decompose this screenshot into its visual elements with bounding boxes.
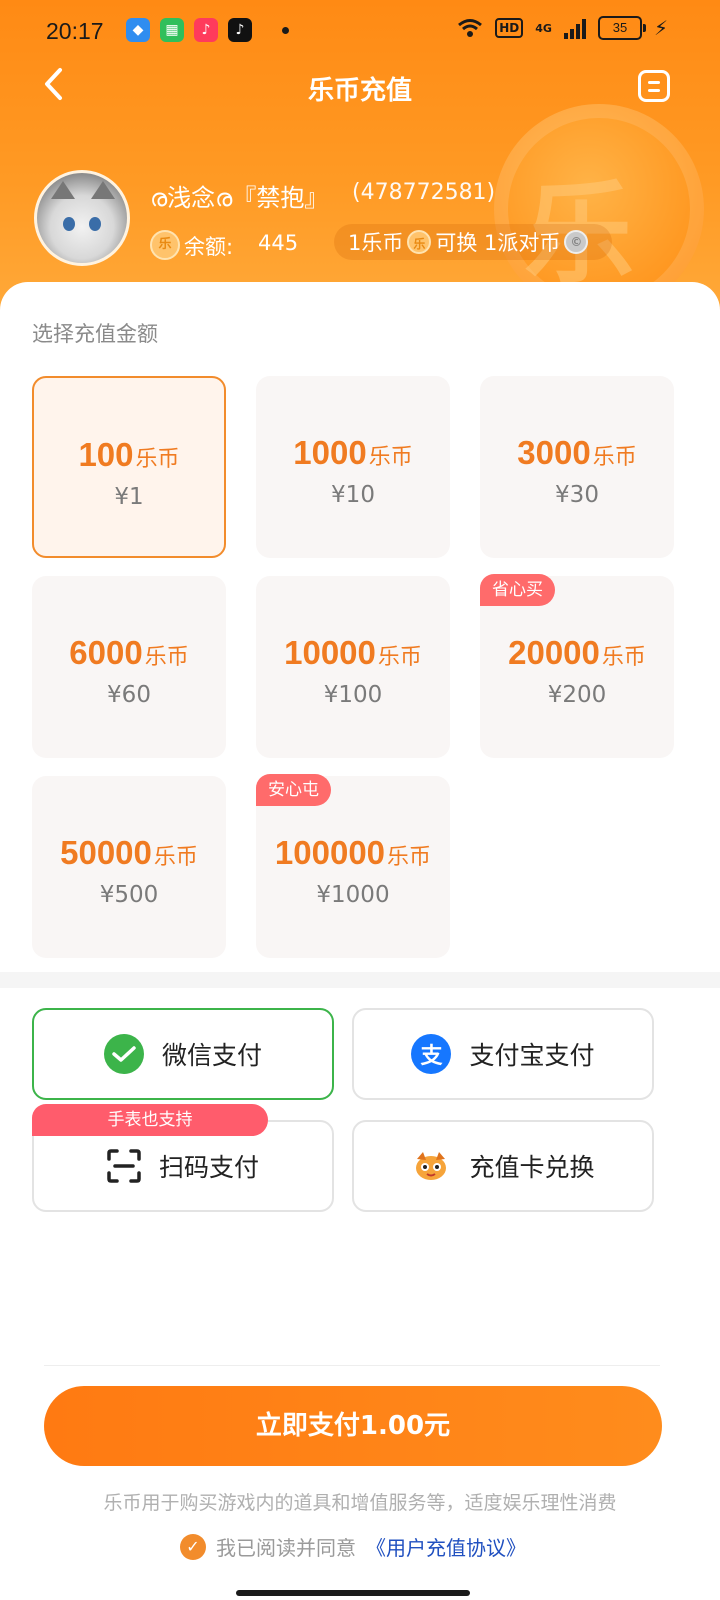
amount-option-3000[interactable]: 3000乐币 ¥30	[480, 376, 674, 558]
amount-coins: 10000乐币	[284, 634, 422, 671]
recharge-panel: 选择充值金额 100乐币 ¥1 1000乐币 ¥10 3000乐币 ¥30 60…	[0, 282, 720, 1600]
avatar-ear-right	[91, 181, 115, 199]
party-coin-icon: ©	[564, 230, 589, 254]
tiktok-app-icon: ♪	[228, 18, 252, 42]
status-bar: 20:17 ◆ ▦ ♪ ♪ HD 4G 35 ⚡	[0, 0, 720, 60]
status-app-icons: ◆ ▦ ♪ ♪	[126, 18, 289, 42]
amount-coins: 1000乐币	[293, 434, 413, 471]
exchange-rate-pill: 1乐币 乐 可换 1派对币 ©	[334, 224, 612, 260]
alipay-icon: 支	[411, 1034, 452, 1074]
status-time: 20:17	[46, 18, 104, 44]
alipay-label: 支付宝支付	[469, 1041, 595, 1070]
agree-checkbox-icon[interactable]: ✓	[180, 1533, 206, 1560]
amount-coins: 3000乐币	[517, 434, 637, 471]
amount-coins: 100乐币	[78, 436, 180, 473]
amount-coins: 100000乐币	[274, 834, 432, 871]
amount-option-50000[interactable]: 50000乐币 ¥500	[32, 776, 226, 958]
balance-label: 余额:	[184, 235, 234, 259]
amount-price: ¥100	[323, 682, 383, 708]
battery-level: 35	[612, 20, 628, 35]
amount-price: ¥200	[547, 682, 607, 708]
wechat-pay-label: 微信支付	[161, 1041, 262, 1070]
alipay-button[interactable]: 支 支付宝支付	[352, 1008, 654, 1100]
app-icon-blue: ◆	[126, 18, 150, 42]
wechat-icon	[103, 1034, 144, 1074]
scan-icon	[107, 1149, 141, 1183]
le-coin-icon: 乐	[150, 230, 180, 260]
agreement-link[interactable]: 《用户充值协议》	[366, 1532, 526, 1561]
mascot-icon	[416, 1152, 447, 1180]
section-title: 选择充值金额	[32, 322, 158, 346]
user-id: (478772581)	[352, 180, 496, 205]
avatar-ear-left	[51, 181, 75, 199]
music-app-icon: ♪	[194, 18, 218, 42]
records-icon[interactable]	[638, 70, 670, 102]
home-indicator[interactable]	[236, 1590, 470, 1596]
rate-mid: 可换 1派对币	[435, 231, 561, 255]
amount-option-100000[interactable]: 安心屯 100000乐币 ¥1000	[256, 774, 450, 958]
disclaimer-text: 乐币用于购买游戏内的道具和增值服务等，适度娱乐理性消费	[103, 1492, 617, 1514]
amount-option-1000[interactable]: 1000乐币 ¥10	[256, 376, 450, 558]
amount-option-6000[interactable]: 6000乐币 ¥60	[32, 576, 226, 758]
signal-icon	[563, 17, 586, 39]
amount-coins: 50000乐币	[60, 834, 198, 871]
avatar[interactable]	[34, 170, 130, 266]
balance-value: 445	[258, 231, 299, 255]
network-type: 4G	[535, 21, 552, 35]
page-title: 乐币充值	[307, 76, 412, 106]
amount-price: ¥10	[331, 482, 375, 508]
avatar-eye-right	[89, 217, 101, 231]
pay-now-button[interactable]: 立即支付1.00元	[44, 1386, 662, 1466]
recharge-card-button[interactable]: 充值卡兑换	[352, 1120, 654, 1212]
hd-badge: HD	[495, 18, 524, 38]
wifi-icon	[458, 19, 483, 37]
amount-price: ¥30	[555, 482, 599, 508]
rate-left: 1乐币	[348, 231, 404, 255]
user-name: ര浅念ര『禁抱』	[150, 184, 329, 212]
notification-dot	[282, 26, 289, 34]
amount-price: ¥60	[107, 682, 151, 708]
promo-tag: 省心买	[480, 574, 555, 606]
amount-option-100[interactable]: 100乐币 ¥1	[32, 376, 226, 558]
agreement-row: ✓ 我已阅读并同意 《用户充值协议》	[180, 1532, 526, 1561]
amount-price: ¥500	[99, 882, 159, 908]
amount-coins: 20000乐币	[508, 634, 646, 671]
bottom-divider	[44, 1365, 660, 1366]
status-right: HD 4G 35 ⚡	[457, 16, 668, 40]
charging-icon: ⚡	[653, 16, 668, 40]
amount-option-10000[interactable]: 10000乐币 ¥100	[256, 576, 450, 758]
avatar-eye-left	[63, 217, 75, 231]
le-coin-small-icon: 乐	[407, 230, 432, 254]
section-divider	[0, 972, 720, 988]
watch-support-tag: 手表也支持	[32, 1104, 268, 1136]
header: 20:17 ◆ ▦ ♪ ♪ HD 4G 35 ⚡ 乐 乐币充值	[0, 0, 720, 330]
agree-text: 我已阅读并同意	[216, 1536, 356, 1560]
amount-price: ¥1	[114, 484, 144, 510]
battery-icon: 35	[597, 16, 646, 40]
amount-coins: 6000乐币	[69, 634, 189, 671]
recharge-card-label: 充值卡兑换	[469, 1153, 595, 1182]
promo-tag: 安心屯	[256, 774, 331, 806]
scan-pay-label: 扫码支付	[158, 1153, 259, 1182]
amount-price: ¥1000	[316, 882, 390, 908]
wechat-pay-button[interactable]: 微信支付	[32, 1008, 334, 1100]
app-icon-green: ▦	[160, 18, 184, 42]
amount-option-20000[interactable]: 省心买 20000乐币 ¥200	[480, 574, 674, 758]
